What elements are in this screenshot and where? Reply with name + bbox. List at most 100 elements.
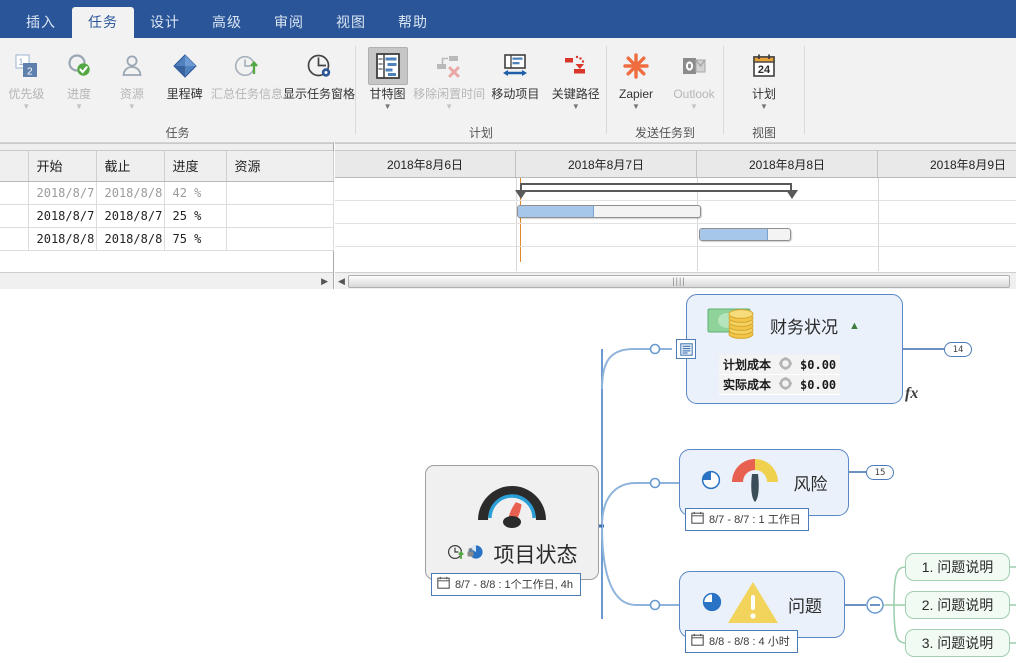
warning-triangle-icon (726, 578, 780, 631)
tab-design[interactable]: 设计 (134, 7, 196, 38)
chevron-down-icon[interactable]: ▼ (75, 103, 83, 111)
list-item[interactable]: 1. 问题说明 (905, 553, 1010, 581)
cell-progress[interactable]: 75 % (164, 227, 226, 250)
table-row[interactable]: 2018/8/8 2018/8/8 75 % (0, 227, 333, 250)
column-header-start[interactable]: 开始 (28, 151, 96, 181)
chevron-down-icon[interactable]: ▼ (128, 103, 136, 111)
node-issue[interactable]: 问题 (679, 571, 845, 638)
badge-14[interactable]: 14 (944, 342, 972, 357)
ribbon-button-gantt-chart[interactable]: 甘特图 ▼ (362, 45, 413, 111)
list-item[interactable]: 2. 问题说明 (905, 591, 1010, 619)
cell-start[interactable]: 2018/8/7 (28, 181, 96, 204)
chevron-down-icon[interactable]: ▼ (572, 103, 580, 111)
issue-date-badge[interactable]: 8/8 - 8/8 : 4 小时 (685, 630, 798, 653)
issue-date-text: 8/8 - 8/8 : 4 小时 (709, 633, 790, 649)
ribbon-button-show-task-pane[interactable]: 显示任务窗格 (283, 45, 355, 101)
task-bar-progress-fill (518, 206, 594, 217)
ribbon-button-critical-path[interactable]: 关键路径 ▼ (546, 45, 606, 111)
ribbon-button-zapier[interactable]: Zapier ▼ (607, 45, 665, 111)
cell-resource[interactable] (226, 204, 333, 227)
row-select-cell[interactable] (0, 181, 28, 204)
chevron-down-icon[interactable]: ▼ (384, 103, 392, 111)
center-date-badge[interactable]: 8/7 - 8/8 : 1个工作日, 4h (431, 573, 581, 596)
node-finance[interactable]: 财务状况 ▲ 计划成本 $0.00 实际成本 (686, 294, 903, 404)
chevron-down-icon[interactable]: ▼ (22, 103, 30, 111)
ribbon-button-move-project[interactable]: 移动项目 (485, 45, 545, 101)
cell-resource[interactable] (226, 227, 333, 250)
gear-icon[interactable] (775, 375, 796, 395)
task-bar[interactable] (517, 205, 701, 218)
tab-help[interactable]: 帮助 (382, 7, 444, 38)
mindmap-canvas[interactable]: 财务状况 ▲ 计划成本 $0.00 实际成本 (0, 289, 1016, 663)
table-row[interactable]: 2018/8/7 2018/8/8 42 % (0, 181, 333, 204)
scroll-right-icon[interactable]: ▶ (321, 276, 328, 287)
scrollbar-thumb[interactable]: |||| (348, 275, 1010, 288)
column-header-select[interactable] (0, 151, 28, 181)
cell-start[interactable]: 2018/8/7 (28, 204, 96, 227)
column-header-resource[interactable]: 资源 (226, 151, 333, 181)
ribbon-tab-bar: 插入 任务 设计 高级 审阅 视图 帮助 (0, 0, 1016, 38)
ribbon-button-schedule[interactable]: 24 计划 ▼ (731, 45, 797, 111)
cell-start[interactable]: 2018/8/8 (28, 227, 96, 250)
timeline-day-cell[interactable]: 2018年8月8日 (697, 151, 878, 177)
node-risk[interactable]: 风险 (679, 449, 849, 516)
money-stack-icon (707, 304, 761, 347)
cell-progress[interactable]: 25 % (164, 204, 226, 227)
chevron-down-icon[interactable]: ▼ (445, 103, 453, 111)
ribbon-button-summary-task-info[interactable]: 汇总任务信息 (211, 45, 283, 101)
timeline-day-cell[interactable]: 2018年8月6日 (335, 151, 516, 177)
column-header-end[interactable]: 截止 (96, 151, 164, 181)
ribbon-button-outlook[interactable]: Outlook ▼ (665, 45, 723, 111)
list-item[interactable]: 3. 问题说明 (905, 629, 1010, 657)
chart-top-strip (335, 143, 1016, 151)
table-row[interactable]: 2018/8/7 2018/8/7 25 % (0, 204, 333, 227)
tab-view[interactable]: 视图 (320, 7, 382, 38)
chart-row[interactable] (335, 224, 1016, 247)
summary-bar-cap-left (515, 190, 527, 199)
column-header-progress[interactable]: 进度 (164, 151, 226, 181)
chart-rows (335, 178, 1016, 271)
chart-row[interactable] (335, 178, 1016, 201)
summary-bar[interactable] (520, 183, 792, 192)
ribbon-button-remove-idle-time-label: 移除闲置时间 (413, 88, 485, 101)
ribbon-group-view-label: 视图 (724, 124, 804, 143)
ribbon-button-resource[interactable]: 资源 ▼ (105, 45, 158, 111)
tab-task[interactable]: 任务 (72, 7, 134, 38)
chart-horizontal-scrollbar[interactable]: ◀ |||| (335, 272, 1016, 289)
gantt-chart-pane: 2018年8月6日 2018年8月7日 2018年8月8日 2018年8月9日 (335, 143, 1016, 289)
cell-end[interactable]: 2018/8/7 (96, 204, 164, 227)
note-icon[interactable] (676, 339, 696, 359)
badge-15[interactable]: 15 (866, 465, 894, 480)
cell-resource[interactable] (226, 181, 333, 204)
ribbon-group-send-task-to: Zapier ▼ Outlook ▼ 发送任务到 (607, 38, 723, 143)
node-project-status[interactable]: 项目状态 (425, 465, 599, 580)
ribbon-button-milestone[interactable]: 里程碑 (158, 45, 211, 101)
timeline-day-cell[interactable]: 2018年8月7日 (516, 151, 697, 177)
chevron-down-icon[interactable]: ▼ (632, 103, 640, 111)
collapse-arrow-icon[interactable]: ▲ (849, 320, 860, 332)
task-bar[interactable] (699, 228, 791, 241)
scroll-left-icon[interactable]: ◀ (338, 276, 345, 287)
timeline-day-cell[interactable]: 2018年8月9日 (878, 151, 1016, 177)
cell-end[interactable]: 2018/8/8 (96, 227, 164, 250)
ribbon-button-remove-idle-time[interactable]: 移除闲置时间 ▼ (413, 45, 485, 111)
chevron-down-icon[interactable]: ▼ (760, 103, 768, 111)
tab-insert[interactable]: 插入 (10, 7, 72, 38)
cell-progress[interactable]: 42 % (164, 181, 226, 204)
ribbon-button-summary-task-info-label: 汇总任务信息 (211, 88, 283, 101)
tab-review[interactable]: 审阅 (258, 7, 320, 38)
grid-horizontal-scrollbar[interactable]: ▶ (0, 272, 333, 289)
priority-icon: 1 2 (12, 47, 40, 85)
ribbon-button-progress[interactable]: 进度 ▼ (53, 45, 106, 111)
timeline-header: 2018年8月6日 2018年8月7日 2018年8月8日 2018年8月9日 (335, 151, 1016, 178)
cell-end[interactable]: 2018/8/8 (96, 181, 164, 204)
chart-row[interactable] (335, 201, 1016, 224)
ribbon-button-priority[interactable]: 1 2 优先级 ▼ (0, 45, 53, 111)
row-select-cell[interactable] (0, 227, 28, 250)
chevron-down-icon[interactable]: ▼ (690, 103, 698, 111)
row-select-cell[interactable] (0, 204, 28, 227)
gear-icon[interactable] (775, 355, 796, 375)
critical-path-icon (561, 47, 591, 85)
tab-advanced[interactable]: 高级 (196, 7, 258, 38)
risk-date-badge[interactable]: 8/7 - 8/7 : 1 工作日 (685, 508, 809, 531)
